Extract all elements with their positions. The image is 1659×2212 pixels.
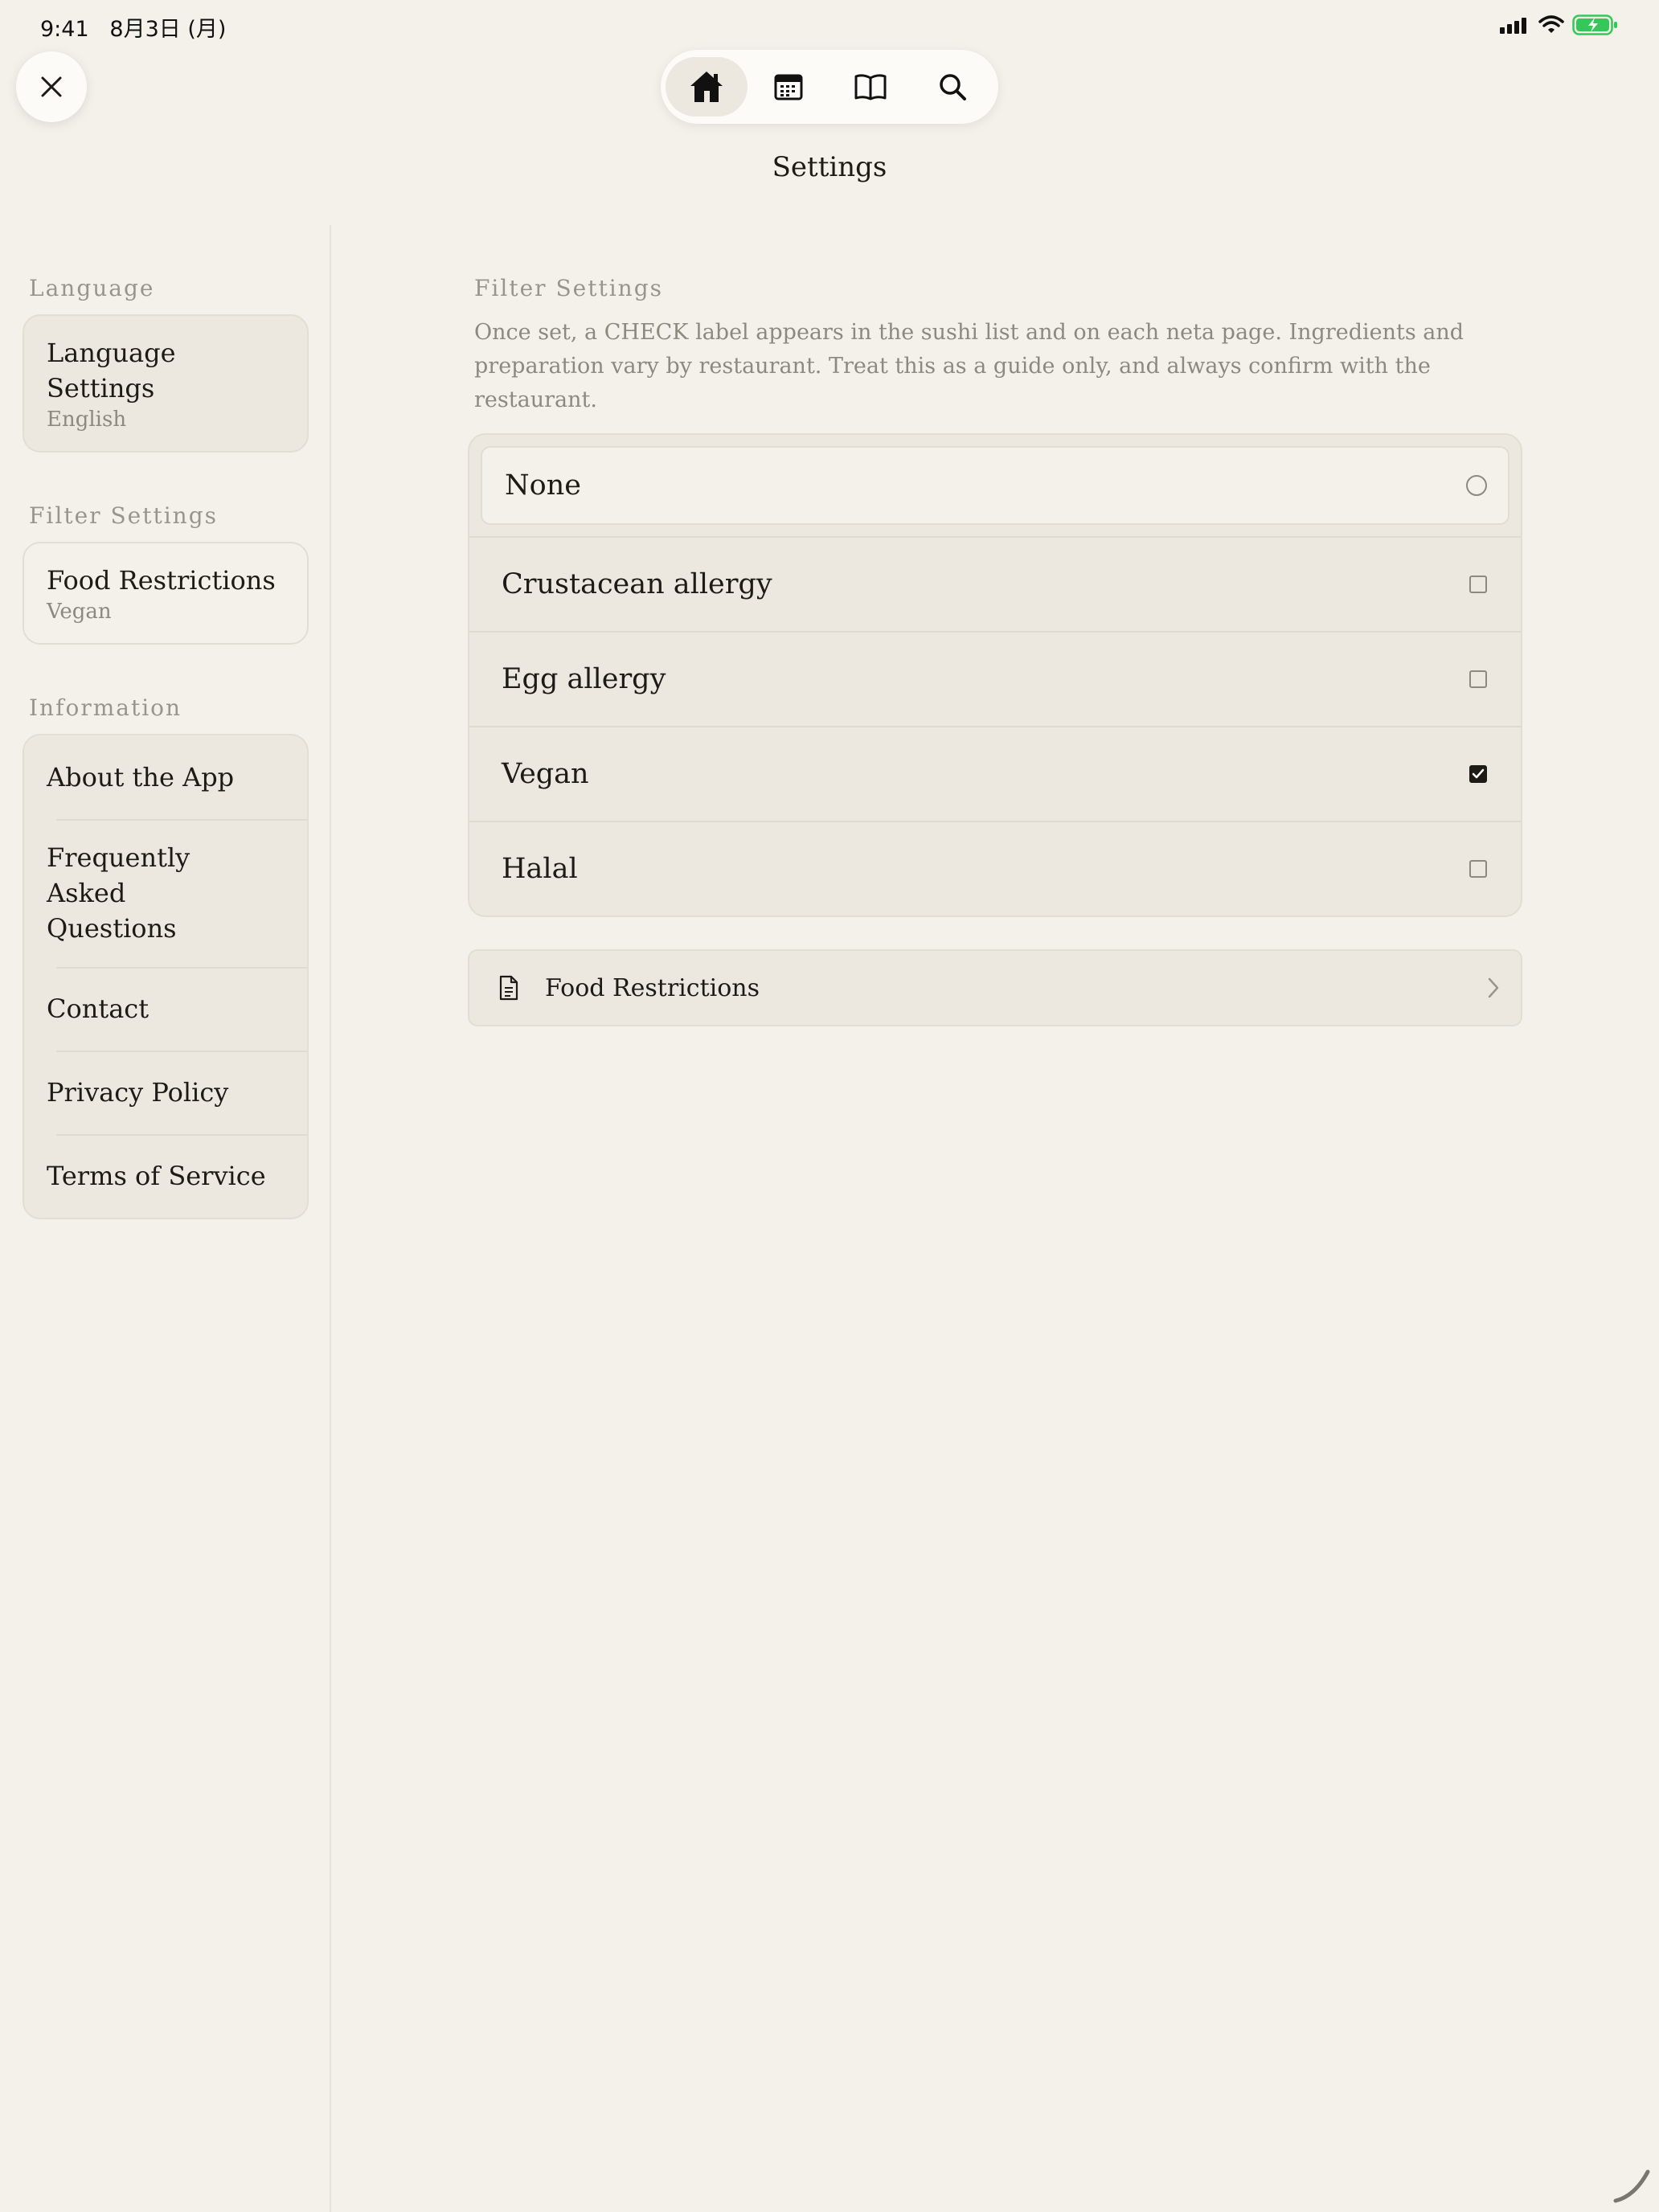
- radio-button[interactable]: [1466, 475, 1487, 496]
- sidebar-item-faq[interactable]: Frequently Asked Questions: [24, 819, 307, 967]
- sidebar-item-label: Food Restrictions: [47, 565, 276, 596]
- status-bar: 9:41 8月3日 (月): [0, 0, 1659, 51]
- sidebar-item-value: Vegan: [47, 600, 112, 624]
- information-section-heading: Information: [29, 694, 182, 721]
- close-button[interactable]: [16, 51, 87, 122]
- information-card: About the App Frequently Asked Questions…: [23, 734, 309, 1219]
- option-label: Vegan: [502, 758, 589, 790]
- filter-settings-description: Once set, a CHECK label appears in the s…: [474, 320, 1464, 412]
- checkbox-checked[interactable]: [1469, 765, 1487, 783]
- top-navigation: [661, 50, 998, 124]
- option-none[interactable]: None: [481, 446, 1509, 525]
- checkmark-icon: [1472, 768, 1485, 779]
- sidebar-item-label: Language Settings: [47, 338, 176, 403]
- option-label: Egg allergy: [502, 663, 666, 695]
- resize-handle-icon[interactable]: [1611, 2164, 1653, 2206]
- wifi-icon: [1538, 15, 1564, 33]
- sidebar-item-food-restrictions[interactable]: Food Restrictions Vegan: [24, 543, 307, 643]
- checkbox[interactable]: [1469, 860, 1487, 878]
- status-icons: [1500, 14, 1619, 35]
- sidebar-item-terms[interactable]: Terms of Service: [24, 1134, 307, 1218]
- link-label: Food Restrictions: [545, 973, 760, 1002]
- language-section-heading: Language: [29, 275, 155, 301]
- home-icon: [690, 72, 723, 102]
- nav-book[interactable]: [830, 57, 911, 117]
- signal-icon: [1500, 18, 1526, 34]
- nav-calendar[interactable]: [748, 57, 830, 117]
- sidebar-divider: [330, 225, 331, 2212]
- sidebar-item-label: Privacy Policy: [47, 1077, 229, 1108]
- option-crustacean-allergy[interactable]: Crustacean allergy: [469, 536, 1521, 631]
- sidebar-item-label: Terms of Service: [47, 1161, 266, 1191]
- close-icon: [41, 76, 62, 97]
- sidebar-item-contact[interactable]: Contact: [24, 967, 307, 1051]
- status-date: 8月3日 (月): [109, 17, 227, 42]
- nav-home[interactable]: [666, 57, 748, 117]
- search-icon: [940, 74, 966, 100]
- food-restrictions-card: Food Restrictions Vegan: [23, 542, 309, 645]
- filter-settings-heading: Filter Settings: [474, 275, 663, 301]
- sidebar-item-about[interactable]: About the App: [24, 735, 307, 819]
- option-vegan[interactable]: Vegan: [469, 726, 1521, 821]
- checkbox[interactable]: [1469, 670, 1487, 688]
- option-egg-allergy[interactable]: Egg allergy: [469, 631, 1521, 726]
- sidebar-item-value: English: [47, 408, 127, 432]
- status-time: 9:41: [40, 17, 89, 42]
- option-label: Crustacean allergy: [502, 568, 772, 600]
- battery-icon: [1572, 14, 1617, 35]
- calendar-icon: [774, 74, 803, 100]
- sidebar-item-label: About the App: [47, 762, 235, 793]
- sidebar-item-privacy-policy[interactable]: Privacy Policy: [24, 1051, 307, 1134]
- book-icon: [854, 74, 887, 100]
- chevron-right-icon: [1488, 977, 1499, 998]
- status-time-date: 9:41 8月3日 (月): [40, 11, 226, 43]
- restriction-options: None Crustacean allergy Egg allergy Vega…: [468, 433, 1522, 917]
- sidebar-item-language-settings[interactable]: Language Settings English: [24, 316, 307, 451]
- language-settings-card: Language Settings English: [23, 314, 309, 453]
- nav-search[interactable]: [911, 57, 993, 117]
- document-icon: [499, 975, 518, 1001]
- option-label: Halal: [502, 853, 578, 885]
- option-label: None: [505, 469, 581, 502]
- sidebar: Language Language Settings English Filte…: [23, 225, 309, 1219]
- food-restrictions-link[interactable]: Food Restrictions: [468, 949, 1522, 1026]
- option-halal[interactable]: Halal: [469, 821, 1521, 916]
- sidebar-item-label: Frequently Asked Questions: [47, 842, 190, 944]
- page-title: Settings: [772, 151, 887, 183]
- filter-section-heading: Filter Settings: [29, 502, 218, 529]
- main-content: Filter Settings Once set, a CHECK label …: [468, 225, 1522, 1026]
- sidebar-item-label: Contact: [47, 993, 150, 1024]
- checkbox[interactable]: [1469, 576, 1487, 593]
